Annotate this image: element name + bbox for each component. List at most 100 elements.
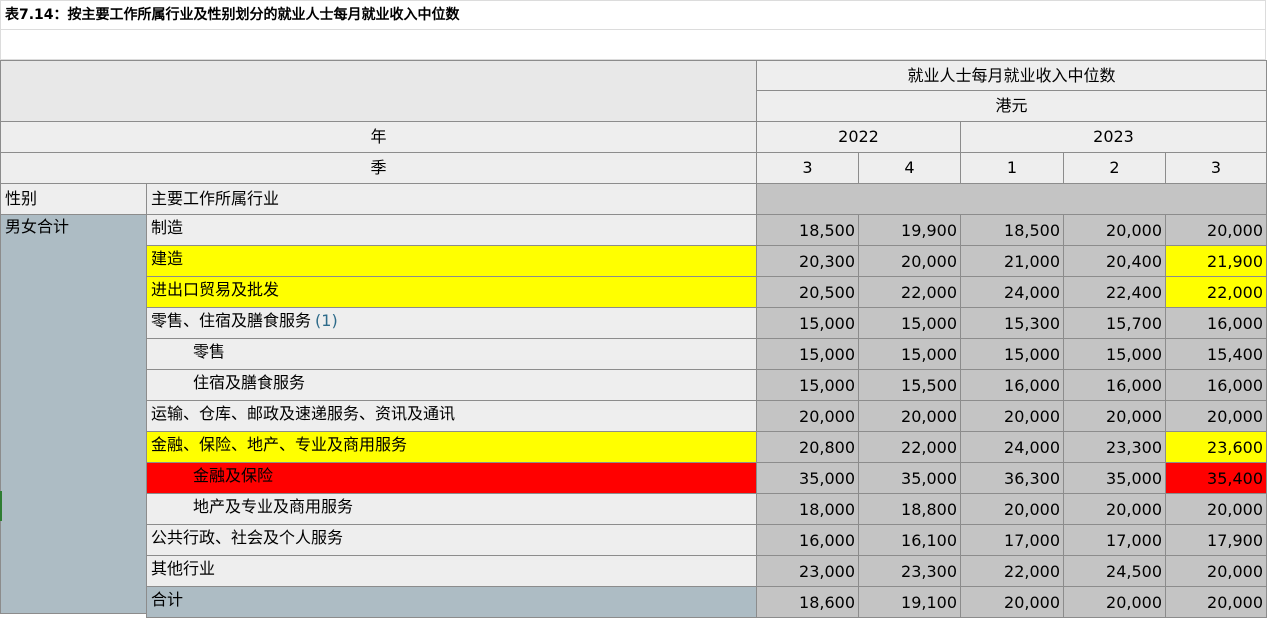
industry-label-text: 金融及保险: [193, 466, 274, 485]
value-cell: 20,000: [756, 400, 859, 432]
value-cell: 18,800: [858, 493, 961, 525]
value-cell: 16,000: [1165, 307, 1267, 339]
value-cell: 23,300: [1063, 431, 1166, 463]
year-label: 年: [0, 121, 757, 153]
value-cell: 16,000: [960, 369, 1064, 401]
value-cell: 35,000: [756, 462, 859, 494]
header-blank: [0, 60, 757, 122]
value-cell: 18,600: [756, 586, 859, 618]
value-cell: 16,100: [858, 524, 961, 556]
value-cell: 17,000: [1063, 524, 1166, 556]
industry-column-header: 主要工作所属行业: [146, 183, 757, 215]
value-cell: 22,000: [960, 555, 1064, 587]
value-cell: 20,000: [1063, 493, 1166, 525]
industry-label: 建造: [146, 245, 757, 277]
value-cell: 20,000: [1063, 214, 1166, 246]
industry-label: 金融、保险、地产、专业及商用服务: [146, 431, 757, 463]
value-cell: 22,400: [1063, 276, 1166, 308]
value-cell: 15,000: [858, 338, 961, 370]
value-cell: 15,000: [1063, 338, 1166, 370]
value-cell: 35,000: [1063, 462, 1166, 494]
industry-label-text: 零售: [193, 342, 226, 361]
value-cell: 17,000: [960, 524, 1064, 556]
quarter-header-2: 4: [858, 152, 961, 184]
industry-label-text: 金融、保险、地产、专业及商用服务: [151, 435, 408, 454]
sex-column-header: 性别: [0, 183, 147, 215]
value-cell: 20,000: [960, 493, 1064, 525]
value-cell: 20,300: [756, 245, 859, 277]
value-header-blank: [756, 183, 1267, 215]
industry-label: 地产及专业及商用服务: [146, 493, 757, 525]
value-cell: 16,000: [1165, 369, 1267, 401]
value-cell: 20,400: [1063, 245, 1166, 277]
value-cell: 15,700: [1063, 307, 1166, 339]
value-cell: 15,000: [756, 369, 859, 401]
value-cell: 20,000: [1063, 586, 1166, 618]
value-cell: 20,000: [1165, 555, 1267, 587]
footnote-link[interactable]: (1): [315, 311, 338, 330]
value-cell: 24,000: [960, 276, 1064, 308]
value-cell: 35,400: [1165, 462, 1267, 494]
value-cell: 22,000: [1165, 276, 1267, 308]
value-cell: 23,600: [1165, 431, 1267, 463]
value-cell: 15,000: [756, 307, 859, 339]
value-cell: 19,100: [858, 586, 961, 618]
value-cell: 16,000: [756, 524, 859, 556]
quarter-header-4: 2: [1063, 152, 1166, 184]
value-cell: 17,900: [1165, 524, 1267, 556]
value-cell: 20,000: [1165, 214, 1267, 246]
industry-label-text: 合计: [151, 590, 184, 609]
value-cell: 23,000: [756, 555, 859, 587]
industry-label-text: 地产及专业及商用服务: [193, 497, 354, 516]
industry-label: 制造: [146, 214, 757, 246]
industry-label-text: 其他行业: [151, 559, 216, 578]
industry-label: 公共行政、社会及个人服务: [146, 524, 757, 556]
industry-label-text: 制造: [151, 218, 184, 237]
sex-group-cell: 男女合计: [0, 214, 147, 614]
year-2023: 2023: [960, 121, 1267, 153]
value-cell: 21,900: [1165, 245, 1267, 277]
value-cell: 24,000: [960, 431, 1064, 463]
value-cell: 36,300: [960, 462, 1064, 494]
quarter-header-3: 1: [960, 152, 1064, 184]
industry-label: 进出口贸易及批发: [146, 276, 757, 308]
value-cell: 20,000: [1165, 586, 1267, 618]
value-cell: 20,800: [756, 431, 859, 463]
industry-label-text: 公共行政、社会及个人服务: [151, 528, 344, 547]
selection-marker: [0, 491, 2, 521]
value-cell: 20,000: [858, 400, 961, 432]
value-cell: 16,000: [1063, 369, 1166, 401]
value-cell: 24,500: [1063, 555, 1166, 587]
industry-label: 合计: [146, 586, 757, 618]
table-title: 表7.14：按主要工作所属行业及性别划分的就业人士每月就业收入中位数: [0, 0, 1266, 30]
industry-label: 住宿及膳食服务: [146, 369, 757, 401]
value-cell: 20,000: [960, 586, 1064, 618]
value-cell: 15,000: [858, 307, 961, 339]
value-cell: 18,000: [756, 493, 859, 525]
value-cell: 20,000: [960, 400, 1064, 432]
value-cell: 22,000: [858, 276, 961, 308]
industry-label-text: 住宿及膳食服务: [193, 373, 306, 392]
value-cell: 15,300: [960, 307, 1064, 339]
industry-label: 其他行业: [146, 555, 757, 587]
value-cell: 19,900: [858, 214, 961, 246]
value-cell: 22,000: [858, 431, 961, 463]
year-2022: 2022: [756, 121, 961, 153]
quarter-label: 季: [0, 152, 757, 184]
value-cell: 15,000: [960, 338, 1064, 370]
measure-header: 就业人士每月就业收入中位数: [756, 60, 1267, 91]
industry-label: 运输、仓库、邮政及速递服务、资讯及通讯: [146, 400, 757, 432]
value-cell: 21,000: [960, 245, 1064, 277]
value-cell: 18,500: [960, 214, 1064, 246]
value-cell: 20,000: [1165, 493, 1267, 525]
unit-header: 港元: [756, 90, 1267, 122]
industry-label: 零售: [146, 338, 757, 370]
value-cell: 18,500: [756, 214, 859, 246]
industry-label-text: 进出口贸易及批发: [151, 280, 280, 299]
value-cell: 20,000: [858, 245, 961, 277]
value-cell: 15,400: [1165, 338, 1267, 370]
value-cell: 20,000: [1063, 400, 1166, 432]
industry-label: 零售、住宿及膳食服务 (1): [146, 307, 757, 339]
value-cell: 15,500: [858, 369, 961, 401]
industry-label-text: 零售、住宿及膳食服务: [151, 311, 312, 330]
